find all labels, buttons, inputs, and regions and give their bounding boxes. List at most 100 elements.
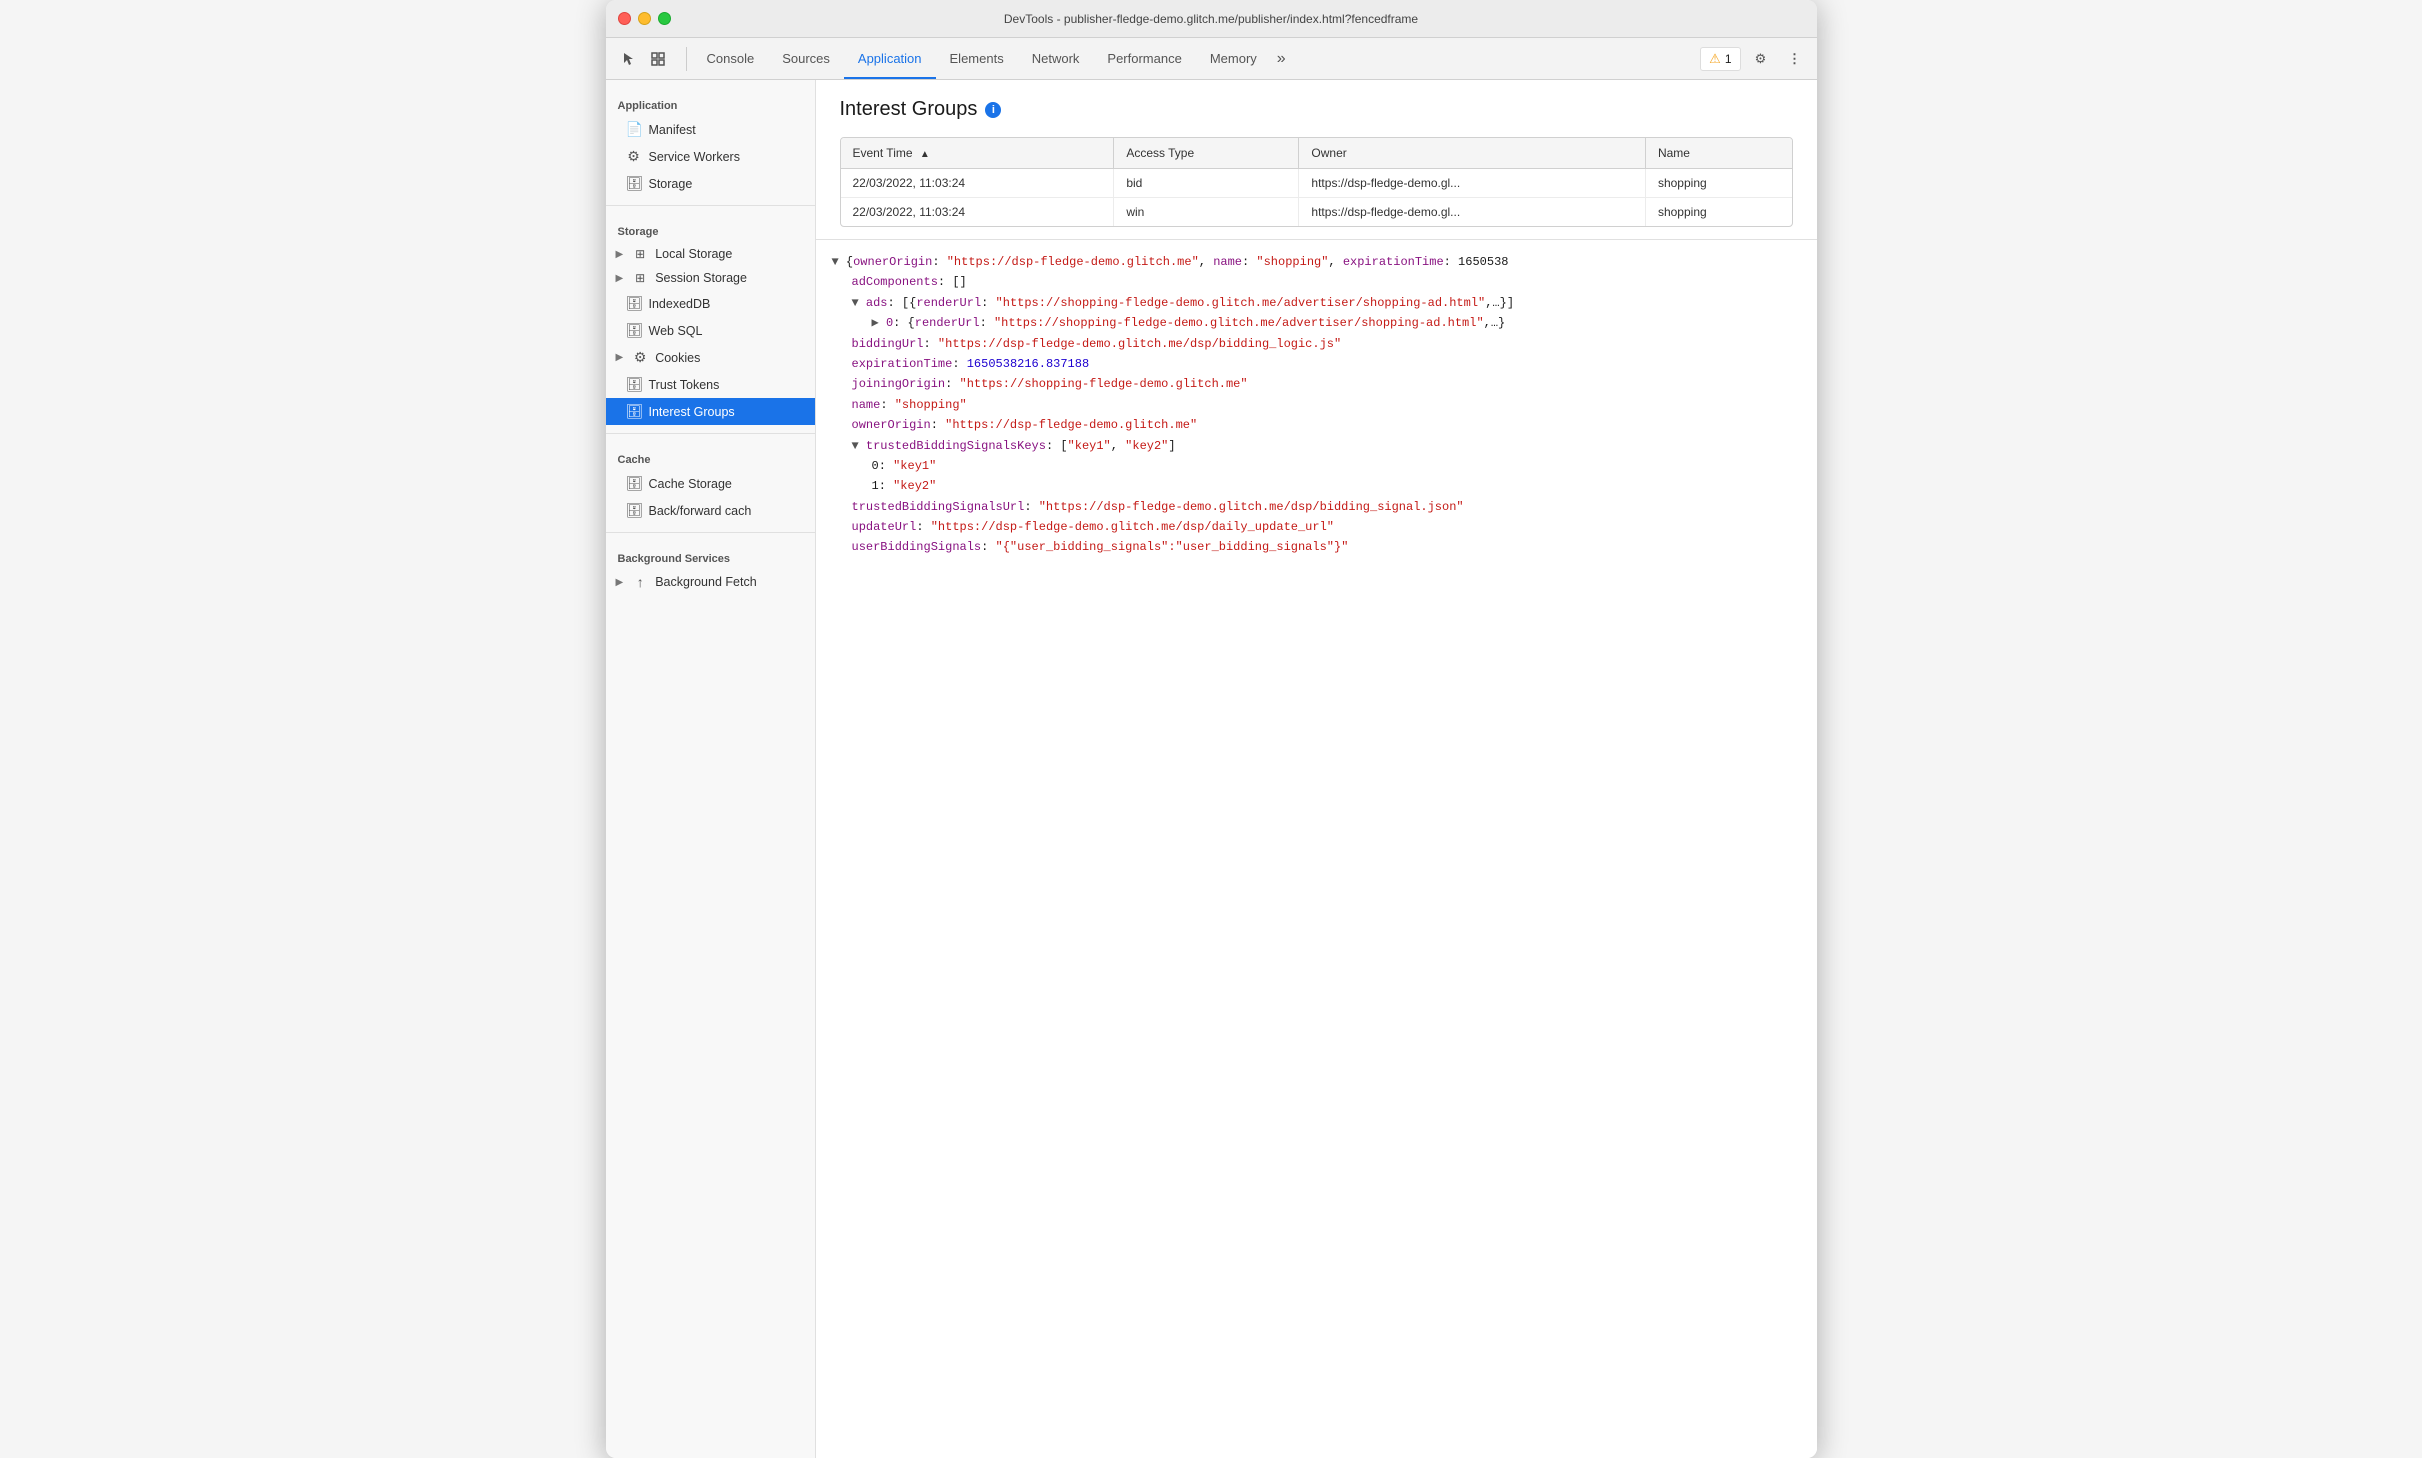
background-fetch-arrow: ▶ xyxy=(616,577,624,588)
warning-badge[interactable]: ⚠ 1 xyxy=(1700,47,1740,71)
content-top: Interest Groups i Event Time ▲ xyxy=(816,80,1817,240)
sidebar-item-label: Back/forward cach xyxy=(649,504,752,518)
detail-line-6: name: "shopping" xyxy=(832,395,1801,415)
col-owner[interactable]: Owner xyxy=(1299,138,1646,169)
devtools-window: DevTools - publisher-fledge-demo.glitch.… xyxy=(606,0,1817,1458)
table-row[interactable]: 22/03/2022, 11:03:24 win https://dsp-fle… xyxy=(841,198,1792,227)
sidebar-item-cookies[interactable]: ▶ ⚙ Cookies xyxy=(606,344,815,371)
detail-line-9: 0: "key1" xyxy=(832,456,1801,476)
more-options-button[interactable]: ⋮ xyxy=(1781,45,1809,73)
traffic-lights xyxy=(618,12,671,25)
cell-access-type: bid xyxy=(1114,169,1299,198)
table-header-row: Event Time ▲ Access Type Owner xyxy=(841,138,1792,169)
detail-panel: ▼ {ownerOrigin: "https://dsp-fledge-demo… xyxy=(816,240,1817,1458)
sidebar-item-local-storage[interactable]: ▶ ⊞ Local Storage xyxy=(606,242,815,266)
sidebar-item-label: Background Fetch xyxy=(655,575,756,589)
warning-count: 1 xyxy=(1725,52,1732,66)
sidebar-item-session-storage[interactable]: ▶ ⊞ Session Storage xyxy=(606,266,815,290)
toolbar-right: ⚠ 1 ⚙ ⋮ xyxy=(1700,45,1808,73)
tab-application[interactable]: Application xyxy=(844,38,936,79)
toolbar-divider xyxy=(686,47,687,71)
cookies-icon: ⚙ xyxy=(632,349,648,366)
sidebar-item-label: Session Storage xyxy=(655,271,747,285)
detail-line-0: adComponents: [] xyxy=(832,272,1801,292)
sidebar-item-background-fetch[interactable]: ▶ ↑ Background Fetch xyxy=(606,569,815,595)
detail-line-1: ▼ ads: [{renderUrl: "https://shopping-fl… xyxy=(832,293,1801,313)
tab-network[interactable]: Network xyxy=(1018,38,1094,79)
maximize-button[interactable] xyxy=(658,12,671,25)
sidebar-divider-1 xyxy=(606,205,815,206)
sort-icon: ▲ xyxy=(920,149,930,160)
sidebar-item-label: Service Workers xyxy=(649,150,740,164)
main-layout: Application 📄 Manifest ⚙ Service Workers… xyxy=(606,80,1817,1458)
content-area: Interest Groups i Event Time ▲ xyxy=(816,80,1817,1458)
window-title: DevTools - publisher-fledge-demo.glitch.… xyxy=(1004,12,1418,26)
cell-access-type: win xyxy=(1114,198,1299,227)
cell-name: shopping xyxy=(1645,169,1791,198)
indexed-db-icon: 🗄 xyxy=(626,295,642,312)
local-storage-arrow: ▶ xyxy=(616,249,624,260)
sidebar-divider-2 xyxy=(606,433,815,434)
sidebar-item-storage-app[interactable]: 🗄 Storage xyxy=(606,170,815,197)
background-fetch-icon: ↑ xyxy=(632,574,648,590)
detail-line-8: ▼ trustedBiddingSignalsKeys: ["key1", "k… xyxy=(832,436,1801,456)
session-storage-icon: ⊞ xyxy=(632,271,648,285)
sidebar-item-backforward-cache[interactable]: 🗄 Back/forward cach xyxy=(606,497,815,524)
local-storage-icon: ⊞ xyxy=(632,247,648,261)
sidebar-item-label: Cache Storage xyxy=(649,477,732,491)
sidebar-item-cache-storage[interactable]: 🗄 Cache Storage xyxy=(606,470,815,497)
sidebar-item-manifest[interactable]: 📄 Manifest xyxy=(606,116,815,143)
toolbar: Console Sources Application Elements Net… xyxy=(606,38,1817,80)
toolbar-tabs: Console Sources Application Elements Net… xyxy=(693,38,1701,79)
tab-elements[interactable]: Elements xyxy=(936,38,1018,79)
detail-line-13: userBiddingSignals: "{"user_bidding_sign… xyxy=(832,537,1801,557)
more-tabs-button[interactable]: » xyxy=(1271,50,1292,68)
interest-groups-icon: 🗄 xyxy=(626,403,642,420)
sidebar-item-label: Manifest xyxy=(649,123,696,137)
tab-memory[interactable]: Memory xyxy=(1196,38,1271,79)
sidebar-item-trust-tokens[interactable]: 🗄 Trust Tokens xyxy=(606,371,815,398)
cache-storage-icon: 🗄 xyxy=(626,475,642,492)
sidebar-item-label: Interest Groups xyxy=(649,405,735,419)
detail-line-7: ownerOrigin: "https://dsp-fledge-demo.gl… xyxy=(832,415,1801,435)
sidebar-item-label: Cookies xyxy=(655,351,700,365)
table-row[interactable]: 22/03/2022, 11:03:24 bid https://dsp-fle… xyxy=(841,169,1792,198)
cell-event-time: 22/03/2022, 11:03:24 xyxy=(841,169,1114,198)
col-access-type[interactable]: Access Type xyxy=(1114,138,1299,169)
backforward-cache-icon: 🗄 xyxy=(626,502,642,519)
inspect-tool[interactable] xyxy=(644,45,672,73)
sidebar-item-service-workers[interactable]: ⚙ Service Workers xyxy=(606,143,815,170)
sidebar-item-web-sql[interactable]: 🗄 Web SQL xyxy=(606,317,815,344)
tab-performance[interactable]: Performance xyxy=(1093,38,1195,79)
settings-button[interactable]: ⚙ xyxy=(1747,45,1775,73)
cell-name: shopping xyxy=(1645,198,1791,227)
manifest-icon: 📄 xyxy=(626,121,642,138)
titlebar: DevTools - publisher-fledge-demo.glitch.… xyxy=(606,0,1817,38)
sidebar-section-application: Application xyxy=(606,88,815,116)
cell-owner: https://dsp-fledge-demo.gl... xyxy=(1299,198,1646,227)
detail-line-2: ▶ 0: {renderUrl: "https://shopping-fledg… xyxy=(832,313,1801,333)
detail-line-5: joiningOrigin: "https://shopping-fledge-… xyxy=(832,374,1801,394)
col-name[interactable]: Name xyxy=(1645,138,1791,169)
sidebar-item-label: IndexedDB xyxy=(649,297,711,311)
sidebar-item-indexed-db[interactable]: 🗄 IndexedDB xyxy=(606,290,815,317)
sidebar-section-storage: Storage xyxy=(606,214,815,242)
cursor-tool[interactable] xyxy=(614,45,642,73)
detail-line-root: ▼ {ownerOrigin: "https://dsp-fledge-demo… xyxy=(832,252,1801,272)
info-icon[interactable]: i xyxy=(985,102,1001,118)
sidebar-item-label: Storage xyxy=(649,177,693,191)
sidebar-divider-3 xyxy=(606,532,815,533)
close-button[interactable] xyxy=(618,12,631,25)
warning-icon: ⚠ xyxy=(1709,51,1721,67)
tab-console[interactable]: Console xyxy=(693,38,769,79)
section-title: Interest Groups i xyxy=(840,98,1793,121)
trust-tokens-icon: 🗄 xyxy=(626,376,642,393)
sidebar-section-cache: Cache xyxy=(606,442,815,470)
tab-sources[interactable]: Sources xyxy=(768,38,844,79)
session-storage-arrow: ▶ xyxy=(616,273,624,284)
col-event-time[interactable]: Event Time ▲ xyxy=(841,138,1114,169)
detail-line-11: trustedBiddingSignalsUrl: "https://dsp-f… xyxy=(832,497,1801,517)
sidebar-item-interest-groups[interactable]: 🗄 Interest Groups xyxy=(606,398,815,425)
minimize-button[interactable] xyxy=(638,12,651,25)
detail-line-4: expirationTime: 1650538216.837188 xyxy=(832,354,1801,374)
